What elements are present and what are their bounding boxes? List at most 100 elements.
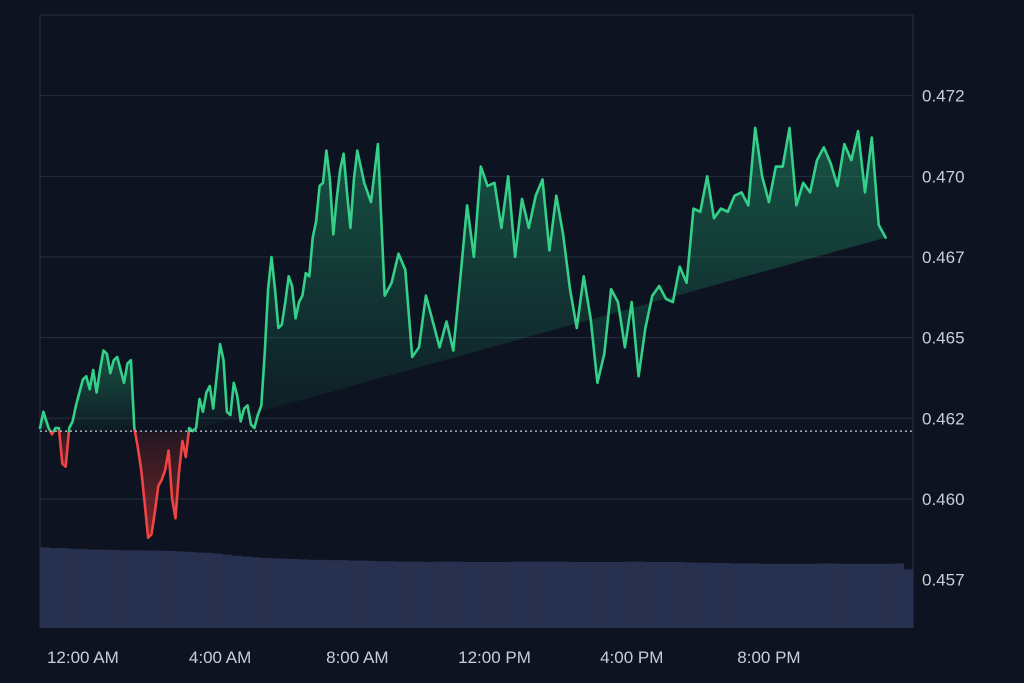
volume-bar [107,549,118,628]
volume-bar [318,559,329,628]
volume-bar [203,552,214,628]
volume-bar [251,557,262,628]
y-tick-label: 0.457 [922,571,965,590]
volume-bar [452,561,463,628]
volume-bar [164,551,175,628]
x-tick-label: 12:00 AM [47,648,119,667]
volume-bar [759,563,770,628]
volume-bar [797,563,809,628]
y-tick-label: 0.460 [922,490,965,509]
volume-bar [538,561,550,628]
volume-bar [548,561,559,628]
volume-bar [97,549,108,628]
volume-bar [385,561,396,628]
volume-bar [135,550,147,628]
volume-bar [874,563,885,628]
volume-bar [231,555,243,628]
y-tick-label: 0.470 [922,167,965,186]
volume-bar [212,553,223,628]
volume-bar [68,548,79,628]
volume-bar [711,563,722,628]
volume-bar [279,558,291,628]
volume-bar [692,562,703,628]
volume-bar [884,563,895,628]
volume-bar [749,563,761,628]
volume-bar [40,547,51,628]
volume-bar [740,563,751,628]
volume-bar [519,561,530,628]
volume-bar [442,561,454,628]
volume-bar [87,549,99,628]
volume-bar [404,561,415,628]
volume-bar [222,554,233,628]
volume-bar [414,561,425,628]
volume-bar [308,559,319,628]
volume-bar [155,550,166,628]
volume-bar [567,562,578,628]
volume-bar [481,562,492,628]
volume-bar [59,548,70,628]
volume-bar [126,550,137,628]
volume-bar [615,562,626,628]
volume-bar [500,562,511,628]
volume-bar [663,562,674,628]
volume-bar [462,562,473,628]
volume-bar [769,563,780,628]
volume-bar [356,560,367,628]
volume-bar [529,561,540,628]
volume-bar [634,561,645,628]
volume-bar [836,563,847,628]
volume-bar [653,562,665,628]
y-tick-label: 0.465 [922,329,965,348]
x-tick-label: 8:00 PM [737,648,800,667]
volume-bar [116,550,127,628]
volume-bar [807,563,818,628]
volume-bar [673,562,684,628]
volume-bar [145,550,156,628]
volume-bar [327,560,338,628]
volume-bar [855,563,866,628]
volume-bar [606,562,617,628]
volume-bar [596,562,607,628]
volume-bar [778,563,789,628]
volume-bar [270,558,281,628]
volume-bar [78,549,89,628]
volume-bar [586,562,598,628]
volume-bar [721,563,732,628]
volume-bar [299,559,310,628]
volume-bar [865,563,876,628]
volume-bar [788,563,799,628]
x-tick-label: 4:00 AM [189,648,251,667]
volume-bar [730,563,741,628]
volume-bar [346,560,358,628]
volume-bar [682,562,693,628]
volume-bar [183,551,195,628]
volume-bar [893,563,905,628]
volume-bar [337,560,348,628]
volume-bar [375,561,386,628]
volume-bar [701,562,713,628]
volume-bar [241,556,252,628]
price-chart-svg: 0.457 0.460 0.462 0.465 0.467 0.470 0.472 12:00… [0,0,1024,683]
y-tick-label: 0.462 [922,409,965,428]
y-tick-label: 0.472 [922,87,965,106]
volume-bar [471,562,482,628]
price-chart: 0.457 0.460 0.462 0.465 0.467 0.470 0.472 12:00… [0,0,1024,683]
x-tick-label: 8:00 AM [326,648,388,667]
x-tick-label: 12:00 PM [458,648,531,667]
volume-bar [366,560,377,628]
volume-bar [423,562,434,628]
volume-bar [260,557,271,628]
volume-bar [490,562,502,628]
volume-bar [558,561,569,628]
volume-bar [289,559,300,628]
volume-bar [193,552,204,628]
volume-bar [625,561,636,628]
y-tick-label: 0.467 [922,248,965,267]
volume-bar [826,563,837,628]
x-tick-label: 4:00 PM [600,648,663,667]
volume-bar [644,562,655,628]
volume-bar [577,562,588,628]
volume-bar [817,563,828,628]
volume-bar [394,561,406,628]
